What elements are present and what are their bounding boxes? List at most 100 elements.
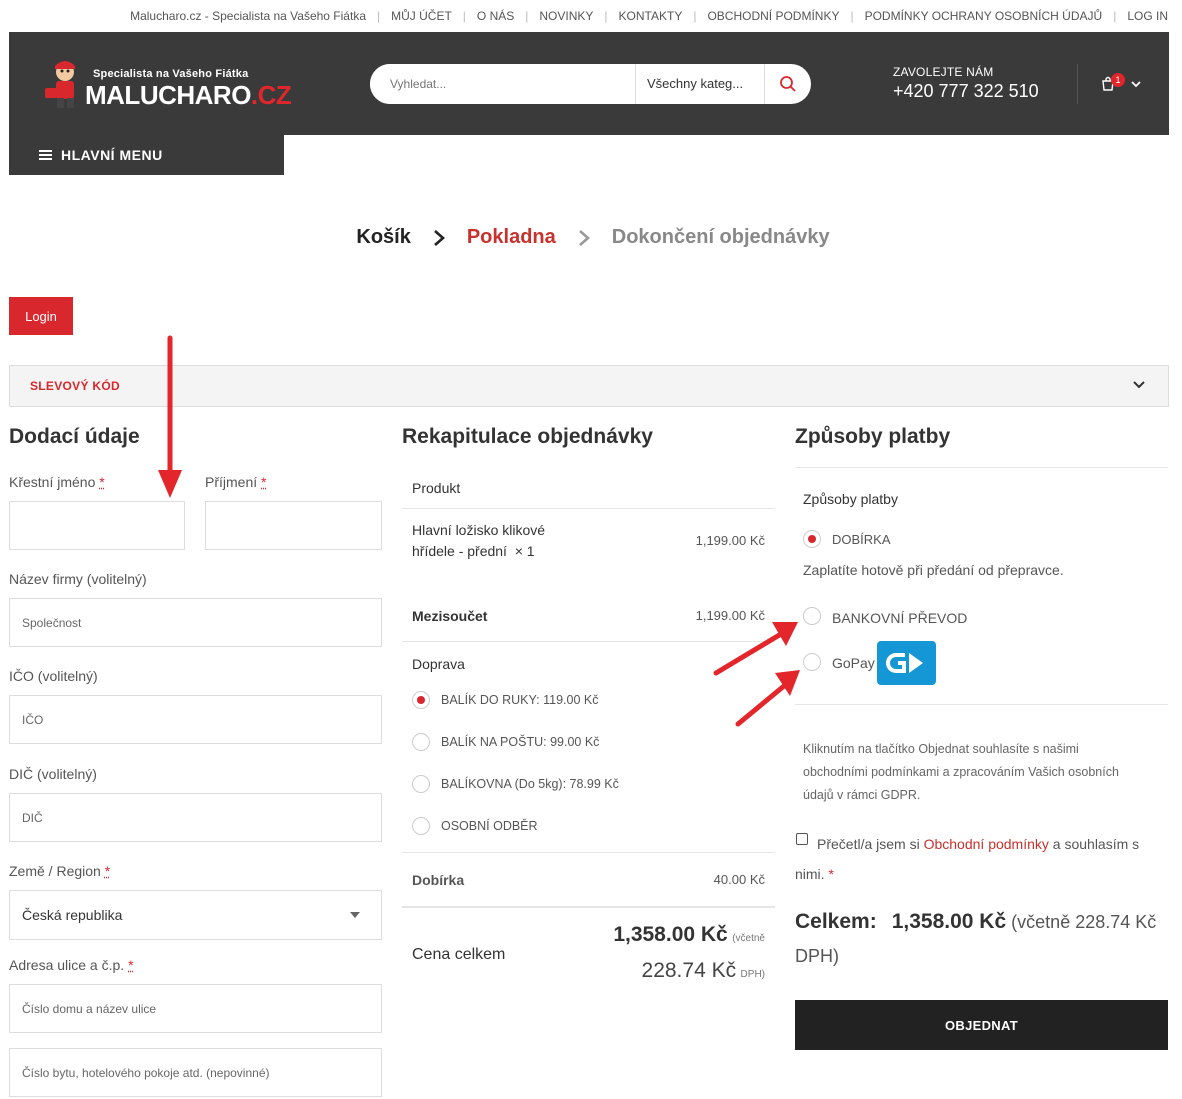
search-bar: Všechny kateg... [370,64,811,104]
tax-value: 228.74 Kč [641,959,737,982]
shipping-option-0[interactable]: BALÍK DO RUKY: 119.00 Kč [441,693,598,707]
divider: | [693,9,697,23]
top-link-login[interactable]: LOG IN [1127,9,1168,23]
required-mark: * [261,474,267,490]
product-name-line2-text[interactable]: hřídele - přední [412,543,507,559]
divider: | [1113,9,1117,23]
chevron-down-icon [1133,381,1145,389]
product-qty: × 1 [514,543,535,559]
payment-total-value: 1,358.00 Kč [891,910,1007,933]
terms-link[interactable]: Obchodní podmínky [924,836,1049,852]
coupon-label: SLEVOVÝ KÓD [30,379,120,393]
dic-label: DIČ (volitelný) [9,766,97,782]
total-value: 1,358.00 Kč [613,923,728,946]
divider [795,704,1168,705]
product-header: Produkt [412,480,461,496]
address2-field[interactable]: Číslo bytu, hotelového pokoje atd. (nepo… [9,1048,382,1097]
top-link-home[interactable]: Malucharo.cz - Specialista na Vašeho Fiá… [130,9,366,23]
search-category-select[interactable]: Všechny kateg... [635,64,765,104]
total-row: Cena celkem 1,358.00 Kč (včetně 228.74 K… [402,908,775,1008]
cod-label: Dobírka [412,872,465,888]
shipping-radio-3[interactable] [412,817,430,835]
main-menu-button[interactable]: HLAVNÍ MENU [9,135,284,175]
agree-suffix: a souhlasím s [1052,836,1140,852]
shipping-label: Doprava [412,656,465,672]
payment-section: Způsoby platby Způsoby platby DOBÍRKA Za… [795,425,1168,966]
site-logo[interactable]: Specialista na Vašeho Fiátka MALUCHARO.C… [37,54,297,114]
agree-suffix-2: nimi. [795,866,825,882]
country-label: Země / Region * [9,863,110,879]
step-cart[interactable]: Košík [356,226,410,249]
coupon-toggle[interactable]: SLEVOVÝ KÓD [9,365,1169,407]
search-input[interactable] [370,64,635,104]
order-button[interactable]: OBJEDNAT [795,1000,1168,1050]
subtotal-label: Mezisoučet [412,608,488,624]
billing-section: Dodací údaje Křestní jméno * Příjmení * … [9,425,384,1097]
company-field[interactable]: Společnost [9,598,382,647]
ico-label: IČO (volitelný) [9,668,98,684]
dic-field[interactable]: DIČ [9,793,382,842]
payment-radio-gopay[interactable] [803,653,821,671]
tax-label: DPH) [740,969,765,980]
divider: | [377,9,381,23]
payment-option-bank[interactable]: BANKOVNÍ PŘEVOD [832,610,967,626]
cod-row: Dobírka 40.00 Kč [402,853,775,908]
first-name-label-text: Křestní jméno [9,474,96,490]
divider: | [604,9,608,23]
payment-radio-bank[interactable] [803,607,821,625]
product-name-line1[interactable]: Hlavní ložisko klikové [412,522,545,538]
top-links: Malucharo.cz - Specialista na Vašeho Fiá… [130,9,1168,23]
shipping-radio-2[interactable] [412,775,430,793]
total-incl: (včetně [732,933,765,944]
logo-brand-name: MALUCHARO [85,80,251,110]
tax-amount: 228.74 Kč DPH) [642,959,765,983]
agree-text: Přečetl/a jsem si Obchodní podmínky a so… [795,829,1168,889]
phone-label: ZAVOLEJTE NÁM [893,65,994,79]
top-bar: Malucharo.cz - Specialista na Vašeho Fiá… [0,0,1182,32]
phone-number[interactable]: +420 777 322 510 [893,81,1039,102]
first-name-field[interactable] [9,501,185,550]
hamburger-icon [39,148,52,162]
top-link-terms[interactable]: OBCHODNÍ PODMÍNKY [707,9,839,23]
shipping-option-3[interactable]: OSOBNÍ ODBĚR [441,819,538,833]
last-name-field[interactable] [205,501,382,550]
terms-text: Kliknutím na tlačítko Objednat souhlasít… [803,738,1119,807]
top-link-contacts[interactable]: KONTAKTY [619,9,683,23]
top-link-account[interactable]: MŮJ ÚČET [391,9,452,23]
product-name-line2: hřídele - přední × 1 [412,543,535,559]
shipping-option-2[interactable]: BALÍKOVNA (Do 5kg): 78.99 Kč [441,777,619,791]
phone-contact: ZAVOLEJTE NÁM +420 777 322 510 [893,65,1039,102]
gopay-icon [886,653,923,673]
search-button[interactable] [765,64,811,104]
payment-radio-cod[interactable] [803,530,821,548]
cart-count-badge: 1 [1111,73,1125,87]
search-icon [780,76,796,92]
top-link-privacy[interactable]: PODMÍNKY OCHRANY OSOBNÍCH ÚDAJŮ [865,9,1103,23]
company-label: Název firmy (volitelný) [9,571,147,587]
payment-total-label: Celkem: [795,910,877,933]
order-summary: Rekapitulace objednávky Produkt Hlavní l… [402,425,775,982]
country-select[interactable]: Česká republika [9,890,382,940]
cart-button[interactable]: 1 [1077,64,1142,104]
ico-field[interactable]: IČO [9,695,382,744]
login-button[interactable]: Login [9,297,73,335]
address-label: Adresa ulice a č.p. * [9,957,134,973]
address-label-text: Adresa ulice a č.p. [9,957,125,973]
shipping-radio-0[interactable] [412,691,430,709]
top-link-news[interactable]: NOVINKY [539,9,593,23]
caret-down-icon [350,912,360,918]
top-link-about[interactable]: O NÁS [477,9,514,23]
last-name-label: Příjmení * [205,474,266,490]
shipping-radio-1[interactable] [412,733,430,751]
agree-prefix: Přečetl/a jsem si [817,836,920,852]
payment-total-tax-2: DPH) [795,946,839,966]
shipping-option-1[interactable]: BALÍK NA POŠTU: 99.00 Kč [441,735,599,749]
payment-total-tax: (včetně 228.74 Kč [1011,912,1157,932]
logo-brand: MALUCHARO.CZ [85,80,292,111]
chevron-right-icon [433,229,445,246]
address-field[interactable]: Číslo domu a název ulice [9,984,382,1033]
gopay-logo [877,641,936,685]
payment-option-cod[interactable]: DOBÍRKA [832,532,891,547]
payment-subtitle: Způsoby platby [803,491,898,507]
payment-option-gopay[interactable]: GoPay [832,655,875,671]
